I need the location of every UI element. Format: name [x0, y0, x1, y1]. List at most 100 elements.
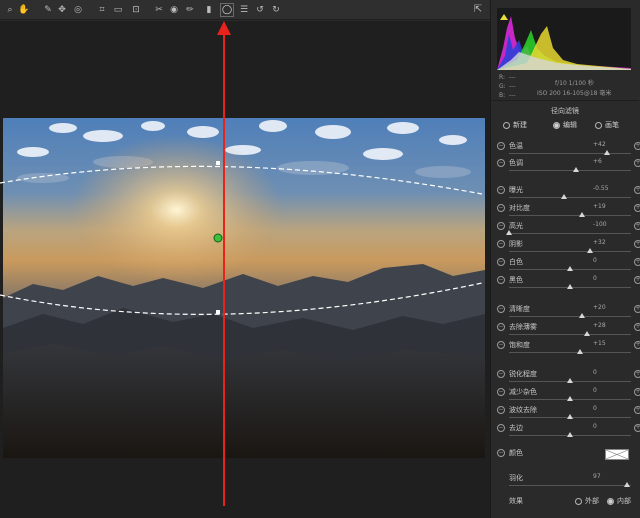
slider-track[interactable] — [509, 251, 631, 252]
color-swatch[interactable] — [605, 449, 629, 460]
radio-icon[interactable] — [575, 497, 582, 505]
slider-thumb[interactable] — [576, 349, 583, 354]
decrease-icon[interactable]: − — [497, 305, 505, 313]
slider-track[interactable] — [509, 153, 631, 154]
radio-icon[interactable] — [553, 121, 560, 129]
decrease-icon[interactable]: − — [497, 323, 505, 331]
decrease-icon[interactable]: − — [497, 370, 505, 378]
transform-icon[interactable]: ⊡ — [130, 4, 142, 16]
mode-option[interactable]: 画笔 — [595, 120, 619, 130]
slider-value[interactable]: 0 — [593, 275, 597, 282]
decrease-icon[interactable]: − — [497, 240, 505, 248]
slider-value[interactable]: 0 — [593, 387, 597, 394]
decrease-icon[interactable]: − — [497, 258, 505, 266]
straighten-icon[interactable]: ▭ — [112, 4, 124, 16]
decrease-icon[interactable]: − — [497, 186, 505, 194]
color-sampler-icon[interactable]: ✥ — [56, 4, 68, 16]
radio-icon[interactable] — [503, 121, 510, 129]
decrease-icon[interactable]: − — [497, 388, 505, 396]
slider-thumb[interactable] — [603, 150, 610, 155]
decrease-icon[interactable]: − — [497, 159, 505, 167]
slider-thumb[interactable] — [560, 194, 567, 199]
slider-value[interactable]: +32 — [593, 239, 606, 246]
increase-icon[interactable]: + — [634, 370, 640, 378]
increase-icon[interactable]: + — [634, 258, 640, 266]
slider-track[interactable] — [509, 197, 631, 198]
increase-icon[interactable]: + — [634, 323, 640, 331]
slider-track[interactable] — [509, 233, 631, 234]
zoom-icon[interactable]: ⌕ — [4, 4, 16, 16]
decrease-icon[interactable]: − — [497, 204, 505, 212]
slider-thumb[interactable] — [567, 378, 573, 383]
color-reset-icon[interactable]: − — [497, 449, 505, 457]
slider-thumb[interactable] — [567, 414, 573, 419]
slider-value[interactable]: -0.55 — [593, 185, 609, 192]
increase-icon[interactable]: + — [634, 222, 640, 230]
slider-thumb[interactable] — [567, 284, 573, 289]
effect-option[interactable]: 内部 — [607, 496, 631, 506]
decrease-icon[interactable]: − — [497, 424, 505, 432]
feather-slider-thumb[interactable] — [624, 482, 631, 487]
slider-track[interactable] — [509, 215, 631, 216]
increase-icon[interactable]: + — [634, 159, 640, 167]
slider-thumb[interactable] — [567, 266, 573, 271]
increase-icon[interactable]: + — [634, 341, 640, 349]
slider-thumb[interactable] — [579, 212, 586, 217]
slider-value[interactable]: 0 — [593, 405, 597, 412]
increase-icon[interactable]: + — [634, 424, 640, 432]
slider-thumb[interactable] — [586, 248, 593, 253]
decrease-icon[interactable]: − — [497, 406, 505, 414]
spot-removal-icon[interactable]: ✂ — [153, 4, 165, 16]
slider-thumb[interactable] — [579, 313, 586, 318]
slider-track[interactable] — [509, 170, 631, 171]
shadow-clipping-icon[interactable] — [500, 14, 508, 20]
fullscreen-icon[interactable]: ⇱ — [472, 4, 484, 16]
radio-icon[interactable] — [595, 121, 602, 129]
rotate-left-icon[interactable]: ↺ — [254, 4, 266, 16]
slider-value[interactable]: +20 — [593, 304, 606, 311]
slider-value[interactable]: +28 — [593, 322, 606, 329]
slider-value[interactable]: 0 — [593, 369, 597, 376]
slider-value[interactable]: 0 — [593, 257, 597, 264]
slider-thumb[interactable] — [567, 432, 573, 437]
slider-track[interactable] — [509, 316, 631, 317]
increase-icon[interactable]: + — [634, 142, 640, 150]
decrease-icon[interactable]: − — [497, 276, 505, 284]
effect-option[interactable]: 外部 — [575, 496, 599, 506]
increase-icon[interactable]: + — [634, 305, 640, 313]
increase-icon[interactable]: + — [634, 240, 640, 248]
white-balance-icon[interactable]: ✎ — [42, 4, 54, 16]
increase-icon[interactable]: + — [634, 388, 640, 396]
slider-track[interactable] — [509, 352, 631, 353]
decrease-icon[interactable]: − — [497, 222, 505, 230]
slider-value[interactable]: +15 — [593, 340, 606, 347]
preferences-icon[interactable]: ☰ — [238, 4, 250, 16]
mode-option[interactable]: 新建 — [503, 120, 527, 130]
mode-option[interactable]: 编辑 — [553, 120, 577, 130]
feather-value[interactable]: 97 — [593, 473, 601, 480]
decrease-icon[interactable]: − — [497, 341, 505, 349]
slider-thumb[interactable] — [506, 230, 512, 235]
radio-icon[interactable] — [607, 497, 614, 505]
slider-value[interactable]: +19 — [593, 203, 606, 210]
feather-slider-track[interactable] — [509, 485, 631, 486]
slider-thumb[interactable] — [573, 167, 580, 172]
radial-filter-icon[interactable]: ◯ — [220, 3, 234, 17]
slider-value[interactable]: +6 — [593, 158, 602, 165]
increase-icon[interactable]: + — [634, 186, 640, 194]
targeted-adjustment-icon[interactable]: ◎ — [72, 4, 84, 16]
red-eye-icon[interactable]: ◉ — [168, 4, 180, 16]
slider-value[interactable]: 0 — [593, 423, 597, 430]
slider-track[interactable] — [509, 334, 631, 335]
image-canvas[interactable] — [0, 21, 490, 518]
hand-icon[interactable]: ✋ — [18, 4, 30, 16]
adjustment-brush-icon[interactable]: ✏ — [184, 4, 196, 16]
slider-value[interactable]: +42 — [593, 141, 606, 148]
increase-icon[interactable]: + — [634, 406, 640, 414]
slider-thumb[interactable] — [567, 396, 573, 401]
graduated-filter-icon[interactable]: ▮ — [203, 4, 215, 16]
increase-icon[interactable]: + — [634, 204, 640, 212]
crop-icon[interactable]: ⌗ — [96, 4, 108, 16]
slider-thumb[interactable] — [584, 331, 591, 336]
increase-icon[interactable]: + — [634, 276, 640, 284]
